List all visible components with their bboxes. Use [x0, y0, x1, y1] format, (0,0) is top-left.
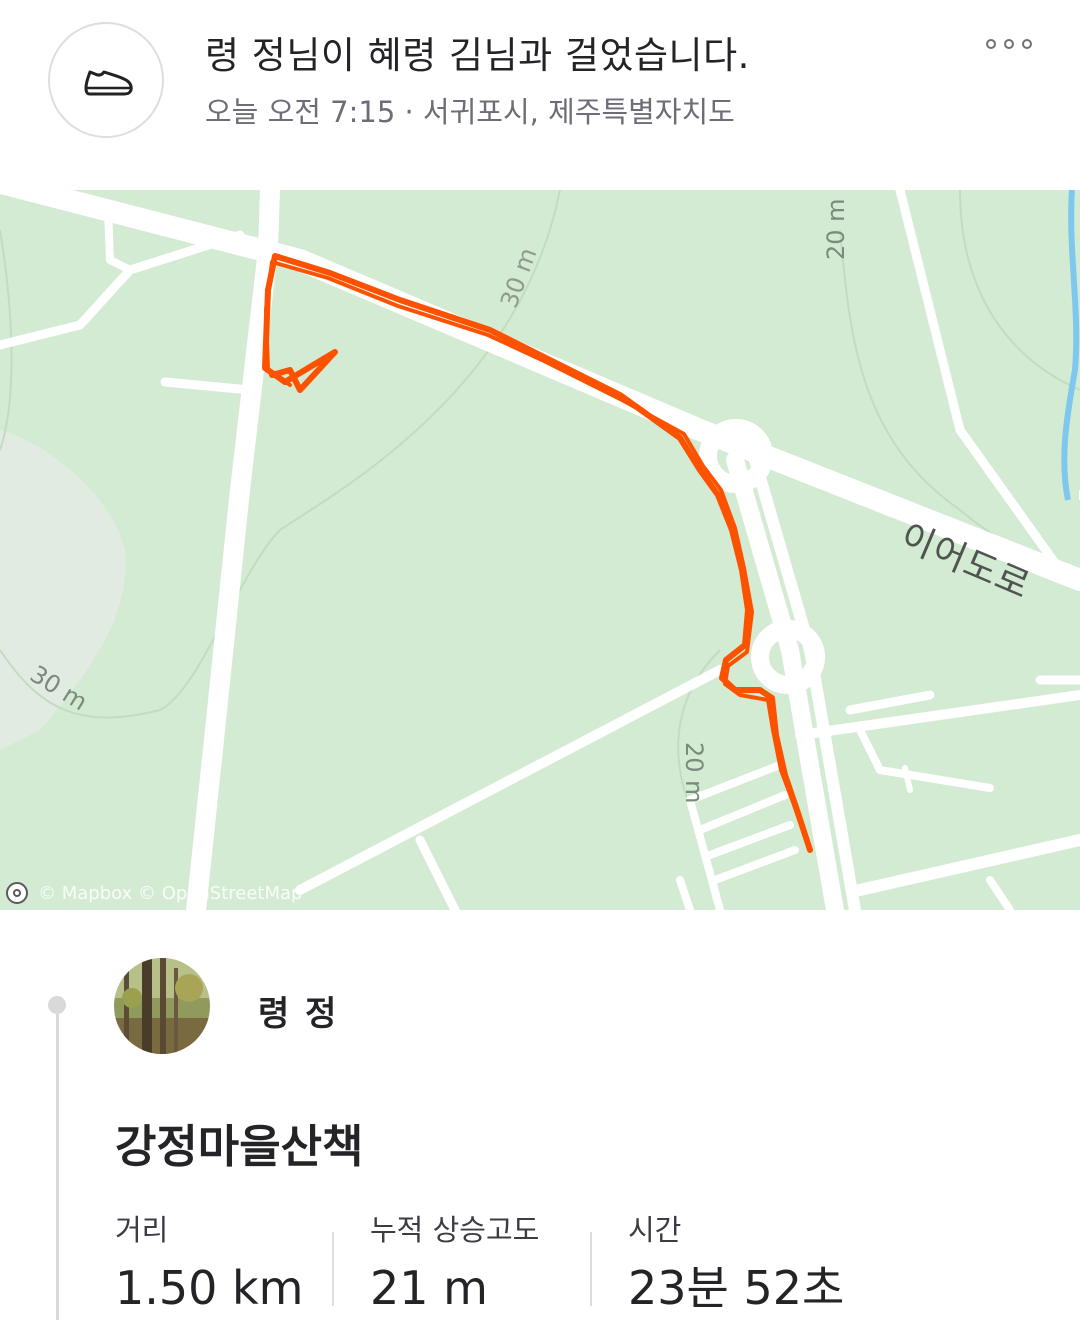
- mapbox-logo-icon[interactable]: [6, 882, 28, 904]
- activity-header: 령 정님이 혜령 김님과 걸었습니다. 오늘 오전 7:15 · 서귀포시, 제…: [0, 0, 1080, 190]
- stat-divider: [590, 1232, 592, 1306]
- river: [1061, 190, 1080, 501]
- stat-label: 시간: [628, 1213, 682, 1247]
- more-dot-icon: [986, 39, 996, 49]
- timeline-line: [56, 1005, 59, 1320]
- more-dot-icon: [1022, 39, 1032, 49]
- stat-distance: 거리 1.50 km: [115, 1210, 304, 1316]
- activity-type-badge: [48, 22, 164, 138]
- stat-time: 시간 23분 52초: [628, 1210, 844, 1316]
- contour-label: 20 m: [680, 742, 708, 804]
- avatar[interactable]: [114, 958, 210, 1054]
- stat-value: 1.50 km: [115, 1261, 304, 1315]
- stat-value: 23분 52초: [628, 1261, 845, 1315]
- attribution-text: © Mapbox © OpenStreetMap: [38, 882, 303, 904]
- more-dot-icon: [1004, 39, 1014, 49]
- route-map[interactable]: 20 m 30 m 30 m 20 m 이어도로 © Mapbox © Open…: [0, 190, 1080, 910]
- shoe-icon: [84, 70, 133, 96]
- contour-label: 20 m: [822, 198, 850, 260]
- activity-card: 령 정님이 혜령 김님과 걸었습니다. 오늘 오전 7:15 · 서귀포시, 제…: [0, 0, 1080, 1320]
- map-attribution[interactable]: © Mapbox © OpenStreetMap: [6, 882, 302, 904]
- activity-title[interactable]: 강정마을산책: [115, 1110, 363, 1175]
- stat-elevation-gain: 누적 상승고도 21 m: [370, 1210, 539, 1316]
- activity-time-location: 오늘 오전 7:15 · 서귀포시, 제주특별자치도: [205, 95, 735, 129]
- stat-value: 21 m: [370, 1261, 488, 1315]
- stat-divider: [332, 1232, 334, 1306]
- more-options-button[interactable]: [978, 30, 1038, 60]
- stat-label: 거리: [115, 1213, 169, 1247]
- activity-summary-title: 령 정님이 혜령 김님과 걸었습니다.: [205, 34, 750, 77]
- forest-avatar: [114, 958, 210, 1054]
- athlete-name[interactable]: 령 정: [258, 986, 338, 1035]
- stat-label: 누적 상승고도: [370, 1213, 540, 1247]
